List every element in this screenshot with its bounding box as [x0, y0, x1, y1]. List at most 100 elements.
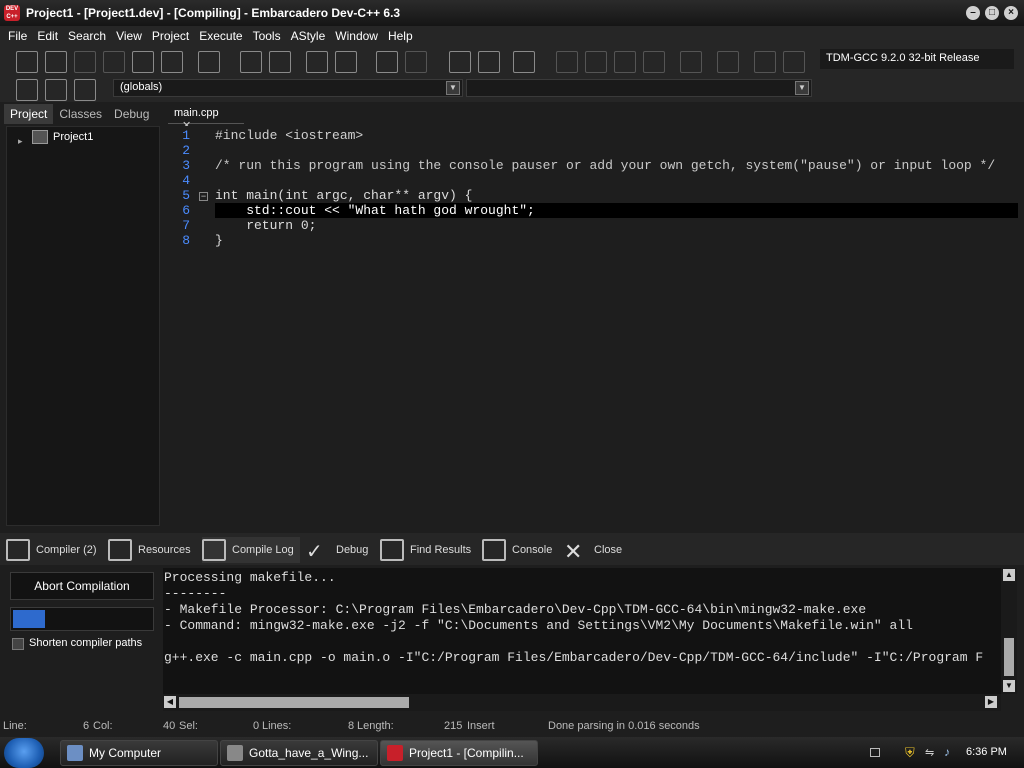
stop-icon[interactable]: [717, 51, 739, 73]
progress-fill: [13, 610, 46, 628]
tab-console[interactable]: Console: [482, 537, 552, 563]
globals-select[interactable]: (globals) ▼: [113, 79, 463, 97]
save-icon[interactable]: [74, 51, 96, 73]
chevron-down-icon[interactable]: ▼: [795, 81, 809, 95]
code-line-comment: /* run this program using the console pa…: [215, 158, 996, 173]
editor-tab-label: main.cpp: [174, 107, 219, 119]
status-message: Done parsing in 0.016 seconds: [548, 720, 700, 732]
menu-window[interactable]: Window: [330, 29, 383, 43]
indent-icon[interactable]: [306, 51, 328, 73]
tab-close[interactable]: ✕ Close: [564, 537, 622, 564]
redo-icon[interactable]: [405, 51, 427, 73]
find-icon[interactable]: [240, 51, 262, 73]
compile-log[interactable]: Processing makefile... -------- - Makefi…: [163, 568, 1001, 694]
tab-compiler[interactable]: Compiler (2): [6, 537, 97, 563]
tab-find-results[interactable]: Find Results: [380, 537, 471, 563]
function-select[interactable]: ▼: [466, 79, 812, 97]
fold-icon[interactable]: −: [199, 192, 208, 201]
menu-view[interactable]: View: [111, 29, 147, 43]
tab-project[interactable]: Project: [4, 104, 54, 124]
undo-icon[interactable]: [376, 51, 398, 73]
log-line: g++.exe -c main.cpp -o main.o -I"C:/Prog…: [164, 650, 984, 665]
scroll-down-icon[interactable]: ▼: [1003, 680, 1015, 692]
compile-icon[interactable]: [556, 51, 578, 73]
taskbar-item-my-computer[interactable]: My Computer: [60, 740, 218, 766]
maximize-button[interactable]: □: [985, 6, 999, 20]
volume-icon[interactable]: ♪: [944, 745, 950, 759]
insert-icon[interactable]: [16, 79, 38, 101]
scroll-thumb[interactable]: [1004, 638, 1014, 676]
scroll-up-icon[interactable]: ▲: [1003, 569, 1015, 581]
menu-astyle[interactable]: AStyle: [286, 29, 331, 43]
line-number: 8: [182, 233, 190, 248]
tab-debug-bottom[interactable]: ✓ Debug: [306, 537, 368, 563]
compile-run-icon[interactable]: [614, 51, 636, 73]
expand-arrow-icon[interactable]: ▸: [18, 136, 23, 147]
status-col-value: 40: [163, 720, 176, 732]
network-icon[interactable]: ⇋: [925, 746, 934, 759]
shield-icon[interactable]: ⛨: [905, 745, 915, 761]
tab-debug[interactable]: Debug: [108, 104, 155, 124]
menu-search[interactable]: Search: [63, 29, 111, 43]
new-project-icon[interactable]: [449, 51, 471, 73]
remove-project-icon[interactable]: [478, 51, 500, 73]
delete-icon[interactable]: [783, 51, 805, 73]
log-horizontal-scrollbar[interactable]: ◀ ▶: [163, 694, 1001, 711]
taskbar-item-gotta-have[interactable]: Gotta_have_a_Wing...: [220, 740, 378, 766]
status-length-value: 215: [444, 720, 463, 732]
keyboard-icon[interactable]: [870, 748, 880, 757]
chevron-down-icon[interactable]: ▼: [446, 81, 460, 95]
tab-find-results-label: Find Results: [410, 544, 472, 556]
tab-compile-log[interactable]: Compile Log: [202, 537, 300, 563]
log-vertical-scrollbar[interactable]: ▲ ▼: [1001, 568, 1017, 694]
close-window-button[interactable]: ×: [1004, 6, 1018, 20]
title-bar: DEV C++ Project1 - [Project1.dev] - [Com…: [0, 0, 1024, 26]
save-all-icon[interactable]: [103, 51, 125, 73]
abort-compilation-button[interactable]: Abort Compilation: [10, 572, 154, 600]
tab-resources-label: Resources: [138, 544, 191, 556]
print-icon[interactable]: [198, 51, 220, 73]
devcpp-icon: [387, 745, 403, 761]
scroll-thumb[interactable]: [179, 697, 409, 708]
menu-help[interactable]: Help: [383, 29, 418, 43]
menu-execute[interactable]: Execute: [194, 29, 247, 43]
rebuild-icon[interactable]: [643, 51, 665, 73]
app-icon: DEV C++: [4, 5, 20, 21]
status-line-value: 6: [83, 720, 90, 732]
new-file-icon[interactable]: [16, 51, 38, 73]
start-button[interactable]: [4, 738, 44, 768]
clock[interactable]: 6:36 PM: [966, 746, 1007, 758]
tab-classes[interactable]: Classes: [53, 104, 108, 124]
tab-resources[interactable]: Resources: [108, 537, 191, 563]
open-file-icon[interactable]: [45, 51, 67, 73]
shorten-paths-label: Shorten compiler paths: [29, 637, 143, 649]
taskbar-item-label: My Computer: [89, 746, 162, 760]
bookmark-icon[interactable]: [45, 79, 67, 101]
project-icon: [32, 130, 48, 144]
editor-tab-main[interactable]: main.cpp ✕: [168, 104, 244, 132]
run-icon[interactable]: [585, 51, 607, 73]
compiler-select[interactable]: TDM-GCC 9.2.0 32-bit Release: [820, 49, 1014, 69]
menu-project[interactable]: Project: [147, 29, 194, 43]
menu-edit[interactable]: Edit: [32, 29, 63, 43]
goto-bookmark-icon[interactable]: [74, 79, 96, 101]
status-lines-value: 8: [348, 720, 355, 732]
menu-file[interactable]: File: [3, 29, 32, 43]
project-tree-root[interactable]: Project1: [53, 131, 93, 143]
chart-icon[interactable]: [754, 51, 776, 73]
taskbar-item-devcpp[interactable]: Project1 - [Compilin...: [380, 740, 538, 766]
close-all-icon[interactable]: [161, 51, 183, 73]
minimize-button[interactable]: –: [966, 6, 980, 20]
close-file-icon[interactable]: [132, 51, 154, 73]
scroll-right-icon[interactable]: ▶: [985, 696, 997, 708]
menu-tools[interactable]: Tools: [248, 29, 286, 43]
options-icon[interactable]: [513, 51, 535, 73]
globals-select-value: (globals): [120, 81, 163, 93]
unindent-icon[interactable]: [335, 51, 357, 73]
resources-icon: [108, 539, 132, 561]
shorten-paths-checkbox[interactable]: [12, 638, 24, 650]
replace-icon[interactable]: [269, 51, 291, 73]
check-icon[interactable]: [680, 51, 702, 73]
scroll-left-icon[interactable]: ◀: [164, 696, 176, 708]
code-editor[interactable]: 1 2 3 4 5 6 7 8 − #include <iostream> /*…: [166, 126, 1018, 528]
